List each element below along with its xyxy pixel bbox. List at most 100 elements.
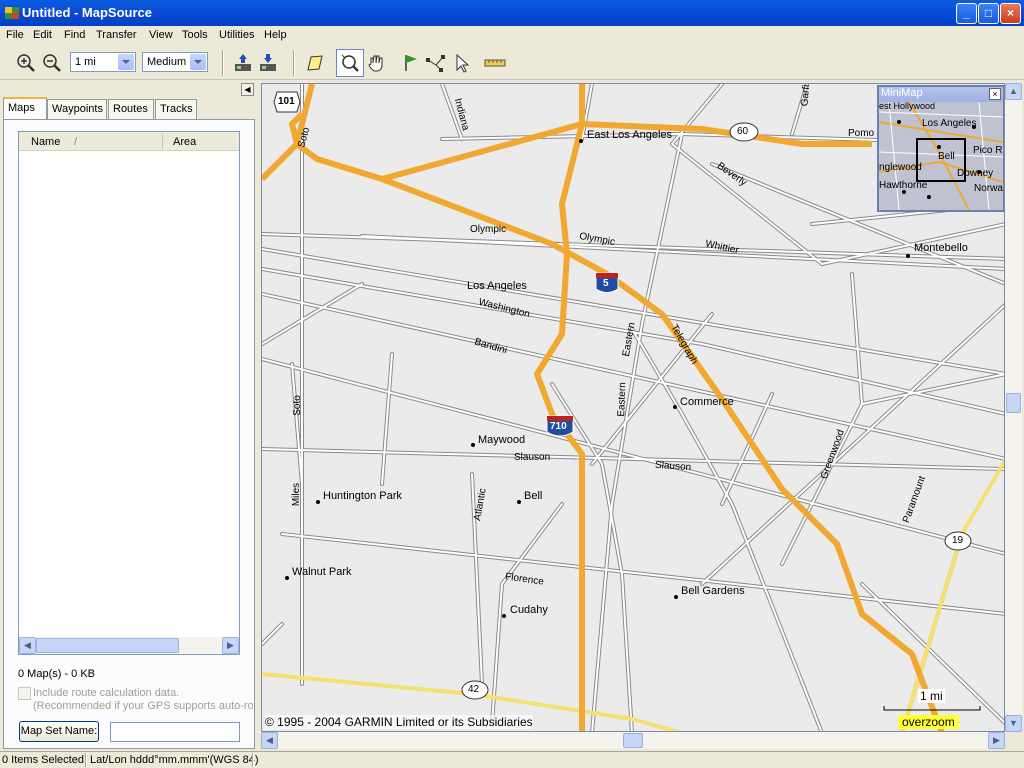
shield-ca60: 60	[737, 126, 749, 137]
scroll-right-icon[interactable]: ▶	[222, 637, 239, 654]
collapse-panel-button[interactable]: ◀	[241, 83, 254, 96]
scale-bar-graphic	[883, 706, 981, 711]
street-label: Eastern	[616, 382, 629, 417]
title-bar: Untitled - MapSource _ □ ×	[0, 0, 1024, 26]
close-button[interactable]: ×	[1000, 3, 1021, 24]
status-bar: 0 Items Selected Lat/Lon hddd°mm.mmm'(WG…	[0, 751, 1024, 768]
minimap-label: Los Angeles	[922, 118, 977, 129]
maximize-button[interactable]: □	[978, 3, 999, 24]
zoom-scale-select[interactable]: 1 mi	[70, 52, 136, 72]
chevron-down-icon[interactable]	[190, 54, 206, 70]
map-tool-icon[interactable]	[304, 52, 326, 74]
menu-transfer[interactable]: Transfer	[96, 29, 137, 41]
city-label: Cudahy	[510, 604, 548, 616]
include-route-label: Include route calculation data.	[33, 687, 180, 699]
map-canvas[interactable]: 101 5 710 60 19 42 East Los Angeles Mont…	[261, 83, 1005, 732]
minimap-label: Norwa	[974, 183, 1003, 194]
tab-tracks[interactable]: Tracks	[155, 99, 197, 119]
include-route-checkbox[interactable]	[18, 687, 31, 700]
city-label: Los Angeles	[467, 280, 527, 292]
mapsource-app-icon	[5, 7, 19, 19]
minimap-label: Hawthorne	[879, 180, 928, 191]
select-arrow-icon[interactable]	[451, 52, 473, 74]
menu-help[interactable]: Help	[264, 29, 287, 41]
copyright-notice: © 1995 - 2004 GARMIN Limited or its Subs…	[265, 715, 533, 729]
menu-find[interactable]: Find	[64, 29, 85, 41]
city-label: East Los Angeles	[587, 129, 673, 141]
send-to-device-icon[interactable]	[257, 52, 279, 74]
menu-view[interactable]: View	[149, 29, 173, 41]
city-label: Walnut Park	[292, 566, 352, 578]
overzoom-badge: overzoom	[898, 715, 959, 729]
tab-waypoints[interactable]: Waypoints	[47, 99, 107, 119]
menu-utilities[interactable]: Utilities	[219, 29, 254, 41]
scroll-thumb[interactable]	[623, 733, 643, 748]
street-label: Garfi	[799, 84, 813, 107]
street-label: Miles	[291, 482, 303, 507]
city-label: Bell	[524, 490, 543, 502]
include-route-note: (Recommended if your GPS supports auto-r…	[33, 700, 253, 712]
zoom-out-icon[interactable]	[41, 52, 63, 74]
column-divider[interactable]	[162, 134, 163, 149]
menu-bar: File Edit Find Transfer View Tools Utili…	[0, 26, 1024, 46]
map-horizontal-scrollbar[interactable]: ◀ ▶	[261, 732, 1005, 749]
map-set-name-input[interactable]	[110, 722, 240, 742]
scroll-thumb[interactable]	[36, 638, 179, 653]
scroll-left-icon[interactable]: ◀	[261, 732, 278, 749]
street-label: Soto	[291, 395, 303, 416]
zoom-in-icon[interactable]	[15, 52, 37, 74]
city-label: Montebello	[914, 242, 968, 254]
measure-ruler-icon[interactable]	[484, 52, 506, 74]
minimap-label: Bell	[938, 151, 955, 162]
scroll-thumb[interactable]	[1006, 393, 1021, 413]
city-label: Maywood	[478, 434, 526, 446]
map-vertical-scrollbar[interactable]: ▲ ▼	[1005, 83, 1022, 732]
scroll-up-icon[interactable]: ▲	[1005, 83, 1022, 100]
zoom-tool-icon[interactable]	[339, 52, 361, 74]
scroll-left-icon[interactable]: ◀	[19, 637, 36, 654]
maps-list[interactable]: Name / Area ◀ ▶	[18, 131, 240, 655]
column-name[interactable]: Name	[31, 136, 60, 148]
column-area[interactable]: Area	[173, 136, 196, 148]
scale-bar: 1 mi	[882, 689, 982, 715]
selection-status: 0 Items Selected	[2, 754, 84, 766]
menu-file[interactable]: File	[6, 29, 24, 41]
minimap-window[interactable]: MiniMap × est Hollywood Los Angeles Pico…	[877, 85, 1004, 212]
minimap-close-icon[interactable]: ×	[989, 88, 1001, 100]
minimize-button[interactable]: _	[956, 3, 977, 24]
toolbar-separator	[222, 50, 224, 76]
toolbar-separator	[293, 50, 295, 76]
tab-routes[interactable]: Routes	[108, 99, 154, 119]
zoom-scale-value: 1 mi	[75, 56, 96, 68]
pan-hand-icon[interactable]	[365, 52, 387, 74]
window-title: Untitled - MapSource	[22, 5, 153, 20]
sort-indicator: /	[74, 136, 78, 148]
waypoint-flag-icon[interactable]	[400, 52, 422, 74]
menu-edit[interactable]: Edit	[33, 29, 52, 41]
minimap-label: Downey	[957, 168, 994, 179]
detail-level-select[interactable]: Medium	[142, 52, 208, 72]
detail-level-value: Medium	[147, 56, 187, 68]
status-separator	[85, 753, 87, 767]
list-horizontal-scrollbar[interactable]: ◀ ▶	[19, 637, 239, 654]
scroll-right-icon[interactable]: ▶	[988, 732, 1005, 749]
city-label: Huntington Park	[323, 490, 402, 502]
chevron-down-icon[interactable]	[118, 54, 134, 70]
status-separator	[252, 753, 254, 767]
street-label: Slauson	[514, 452, 551, 463]
street-label: Pomo	[848, 128, 875, 139]
menu-tools[interactable]: Tools	[182, 29, 208, 41]
route-tool-icon[interactable]	[425, 52, 447, 74]
coordinate-format: Lat/Lon hddd°mm.mmm'(WGS 84)	[90, 754, 259, 766]
shield-ca19: 19	[952, 535, 964, 546]
map-set-name-button[interactable]: Map Set Name:	[19, 721, 99, 742]
shield-i710: 710	[550, 421, 567, 432]
city-label: Commerce	[680, 396, 734, 408]
receive-from-device-icon[interactable]	[232, 52, 254, 74]
left-panel: ◀ Maps Waypoints Routes Tracks Name / Ar…	[0, 81, 258, 749]
tab-maps[interactable]: Maps	[3, 97, 47, 120]
minimap-label: Pico R	[973, 145, 1003, 156]
scroll-down-icon[interactable]: ▼	[1005, 715, 1022, 732]
minimap-title: MiniMap	[881, 87, 923, 99]
minimap-title-bar: MiniMap	[879, 87, 1003, 102]
